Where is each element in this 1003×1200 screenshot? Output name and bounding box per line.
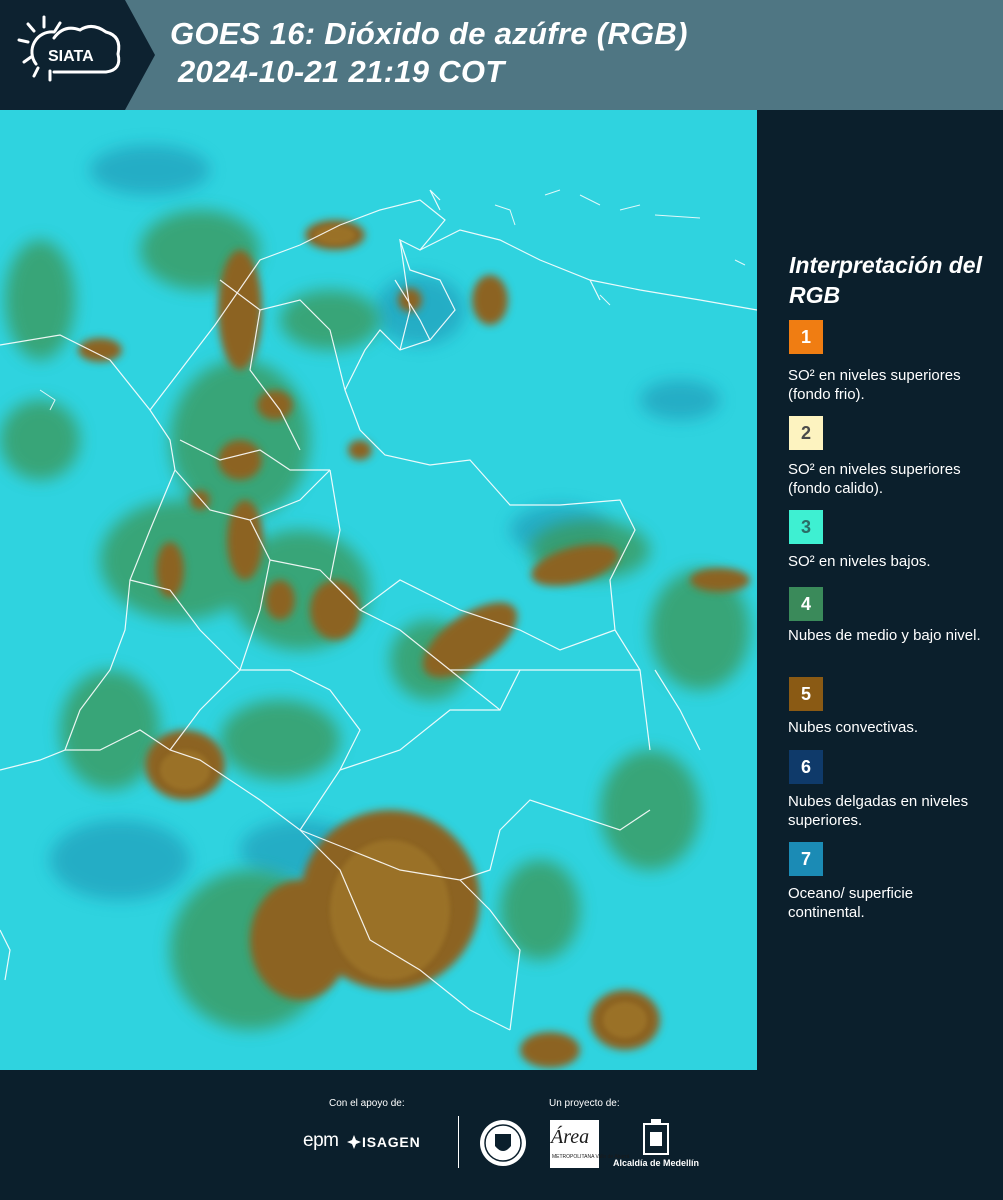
isagen-logo: ISAGEN <box>362 1134 421 1150</box>
epm-logo: epm <box>303 1130 339 1151</box>
legend-text-1: SO² en niveles superiores (fondo frio). <box>788 367 961 403</box>
legend-swatch-4: 4 <box>789 587 823 621</box>
siata-logo-text: SIATA <box>48 48 94 65</box>
legend-text-4: Nubes de medio y bajo nivel. <box>788 627 981 644</box>
timestamp-title: 2024-10-21 21:19 COT <box>178 54 505 89</box>
legend-panel: Interpretación del RGB 1 SO² en niveles s… <box>757 110 1003 1070</box>
legend-title: Interpretación del RGB <box>789 252 982 308</box>
legend-swatch-3: 3 <box>789 510 823 544</box>
alcaldia-building-icon <box>643 1119 669 1155</box>
footer: Con el apoyo de: Un proyecto de: epm ISA… <box>0 1070 1003 1200</box>
support-label: Con el apoyo de: <box>329 1098 405 1109</box>
project-label: Un proyecto de: <box>549 1098 620 1109</box>
map-canvas <box>0 110 757 1070</box>
legend-text-7: Oceano/ superficie continental. <box>788 885 914 921</box>
area-logo-text: Área <box>551 1126 590 1148</box>
legend-swatch-6: 6 <box>789 750 823 784</box>
isagen-star-icon <box>347 1135 361 1149</box>
medellin-seal-icon <box>480 1120 526 1166</box>
legend-swatch-2: 2 <box>789 416 823 450</box>
legend-text-6: Nubes delgadas en niveles superiores. <box>788 793 969 829</box>
legend-swatch-5: 5 <box>789 677 823 711</box>
legend-text-5: Nubes convectivas. <box>788 719 919 736</box>
logo-panel: SIATA <box>0 0 155 110</box>
page-title: GOES 16: Dióxido de azúfre (RGB) <box>170 16 688 51</box>
legend-swatch-7: 7 <box>789 842 823 876</box>
header-bar: SIATA GOES 16: Dióxido de azúfre (RGB) 2… <box>0 0 1003 110</box>
legend-swatch-1: 1 <box>789 320 823 354</box>
legend-text-3: SO² en niveles bajos. <box>788 553 931 570</box>
siata-logo-icon: SIATA <box>17 15 121 82</box>
satellite-map[interactable] <box>0 110 757 1070</box>
footer-divider <box>458 1116 459 1168</box>
legend-text-2: SO² en niveles superiores (fondo calido)… <box>788 461 961 497</box>
alcaldia-text: Alcaldía de Medellín <box>613 1158 700 1168</box>
